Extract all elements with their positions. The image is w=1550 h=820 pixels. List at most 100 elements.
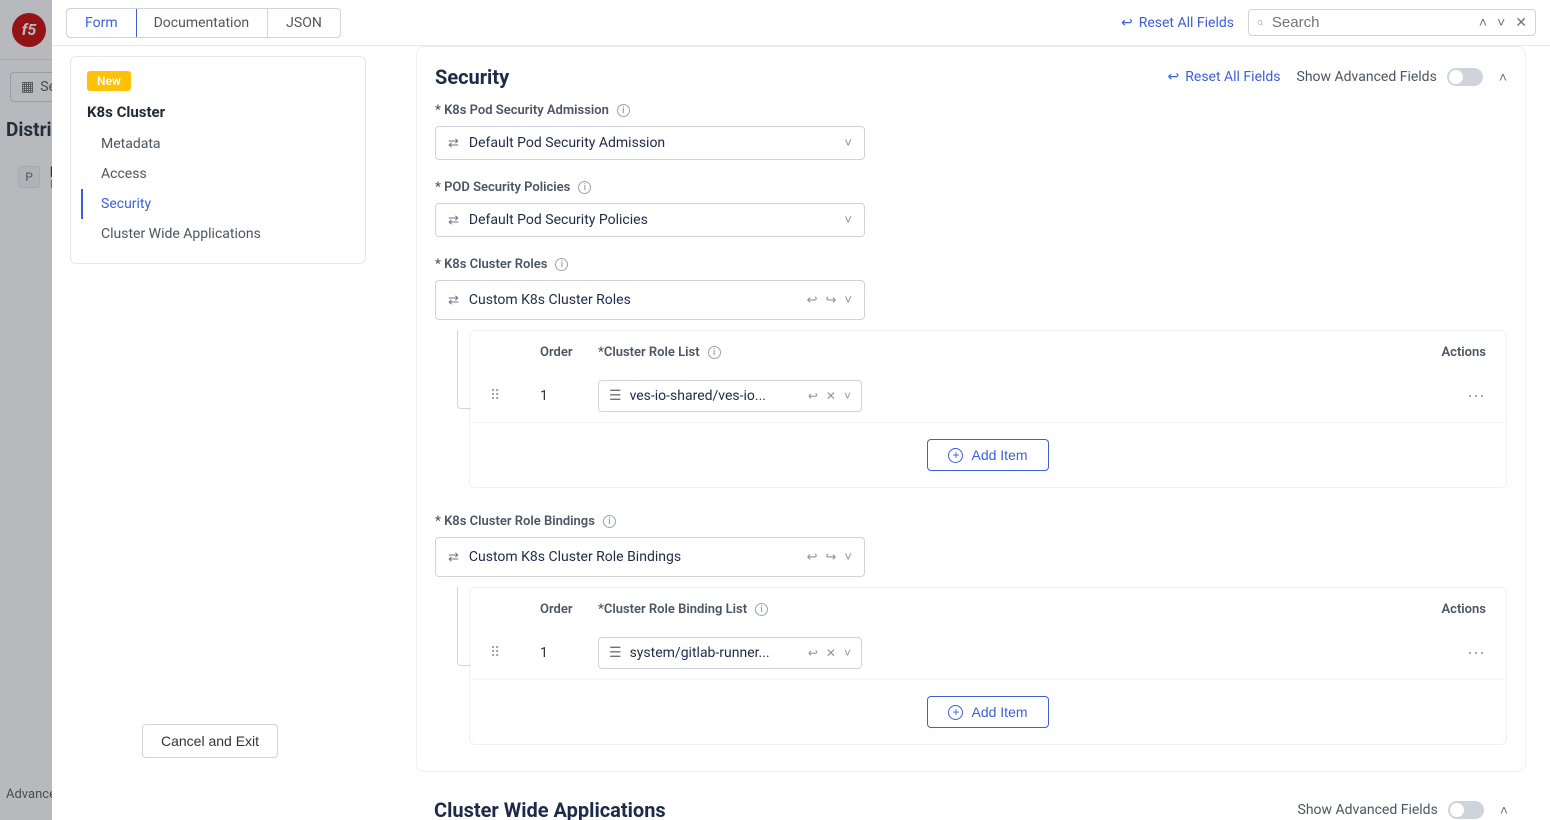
info-icon[interactable]: i	[578, 181, 591, 194]
pod-admission-select[interactable]: ⇄ Default Pod Security Admission ˅	[435, 126, 865, 160]
row-actions-icon[interactable]: ⋯	[1467, 643, 1486, 664]
cluster-role-list-panel: Order *Cluster Role List i Actions ⠿ 1	[469, 330, 1507, 488]
cluster-role-row: ⠿ 1 ☰ ves-io-shared/ves-io... ↩ ✕	[470, 370, 1506, 423]
tab-json[interactable]: JSON	[268, 9, 340, 37]
info-icon[interactable]: i	[755, 603, 768, 616]
form-content: Security ↩ Reset All Fields Show Advance…	[366, 46, 1550, 820]
add-item-label: Add Item	[971, 704, 1027, 720]
cluster-role-bindings-select[interactable]: ⇄ Custom K8s Cluster Role Bindings ↩ ↪ ˅	[435, 537, 865, 577]
cluster-role-binding-ref-select[interactable]: ☰ system/gitlab-runner... ↩ ✕ ˅	[598, 637, 862, 669]
add-cluster-role-button[interactable]: + Add Item	[927, 439, 1048, 471]
nav-item-cluster-wide-apps[interactable]: Cluster Wide Applications	[81, 219, 365, 249]
security-section: Security ↩ Reset All Fields Show Advance…	[416, 46, 1526, 772]
tab-documentation[interactable]: Documentation	[136, 9, 269, 37]
cluster-role-bindings-label: * K8s Cluster Role Bindings	[435, 514, 595, 529]
reset-all-label: Reset All Fields	[1139, 15, 1234, 31]
cluster-role-binding-list-header: Order *Cluster Role Binding List i Actio…	[470, 588, 1506, 627]
info-icon[interactable]: i	[555, 258, 568, 271]
reset-all-section-label: Reset All Fields	[1185, 69, 1280, 85]
field-cluster-roles: * K8s Cluster Roles i ⇄ Custom K8s Clust…	[435, 257, 1507, 488]
row-order: 1	[540, 645, 598, 661]
reset-icon: ↩	[1121, 15, 1133, 31]
modal: Form Documentation JSON ↩ Reset All Fiel…	[52, 0, 1550, 820]
field-pod-security-admission: * K8s Pod Security Admission i ⇄ Default…	[435, 103, 865, 160]
undo-icon[interactable]: ↩	[807, 550, 818, 565]
chevron-down-icon: ˅	[844, 549, 852, 565]
reference-icon: ☰	[609, 645, 622, 661]
branch-icon: ⇄	[448, 213, 459, 228]
search-prev-icon[interactable]: ˄	[1479, 14, 1487, 31]
show-advanced-toggle[interactable]	[1447, 68, 1483, 86]
view-tabs: Form Documentation JSON	[66, 8, 341, 38]
search-box[interactable]: ˄ ˅ ✕	[1248, 9, 1536, 36]
info-icon[interactable]: i	[603, 515, 616, 528]
search-icon	[1257, 15, 1264, 31]
plus-circle-icon: +	[948, 705, 963, 720]
tab-form[interactable]: Form	[66, 8, 137, 38]
cluster-role-binding-ref-value: system/gitlab-runner...	[630, 645, 800, 661]
reset-all-fields-top[interactable]: ↩ Reset All Fields	[1121, 15, 1234, 31]
cluster-wide-apps-section-header: Cluster Wide Applications Show Advanced …	[416, 794, 1526, 820]
cluster-role-ref-value: ves-io-shared/ves-io...	[630, 388, 800, 404]
plus-circle-icon: +	[948, 448, 963, 463]
chevron-down-icon: ˅	[844, 646, 851, 660]
cluster-wide-apps-title: Cluster Wide Applications	[434, 798, 666, 820]
cancel-and-exit-button[interactable]: Cancel and Exit	[142, 724, 278, 758]
cluster-role-ref-select[interactable]: ☰ ves-io-shared/ves-io... ↩ ✕ ˅	[598, 380, 862, 412]
pod-policies-label: * POD Security Policies	[435, 180, 570, 195]
cluster-role-binding-row: ⠿ 1 ☰ system/gitlab-runner... ↩ ✕	[470, 627, 1506, 680]
cluster-role-list-header: Order *Cluster Role List i Actions	[470, 331, 1506, 370]
chevron-down-icon: ˅	[844, 292, 852, 308]
reference-icon: ☰	[609, 388, 622, 404]
show-advanced-label: Show Advanced Fields	[1297, 69, 1437, 85]
modal-body: New K8s Cluster Metadata Access Security…	[52, 46, 1550, 820]
branch-icon: ⇄	[448, 136, 459, 151]
add-cluster-role-binding-button[interactable]: + Add Item	[927, 696, 1048, 728]
show-advanced-toggle-wrap-2: Show Advanced Fields	[1298, 801, 1484, 819]
left-column: New K8s Cluster Metadata Access Security…	[70, 56, 366, 820]
nav-item-metadata[interactable]: Metadata	[81, 129, 365, 159]
chevron-down-icon: ˅	[844, 212, 852, 228]
chevron-down-icon: ˅	[844, 389, 851, 403]
add-item-label: Add Item	[971, 447, 1027, 463]
col-order: Order	[540, 602, 598, 617]
show-advanced-label-2: Show Advanced Fields	[1298, 802, 1438, 818]
info-icon[interactable]: i	[617, 104, 630, 117]
col-order: Order	[540, 345, 598, 360]
drag-handle-icon[interactable]: ⠿	[490, 388, 498, 404]
cluster-role-bindings-value: Custom K8s Cluster Role Bindings	[469, 549, 797, 565]
redo-icon[interactable]: ↪	[826, 550, 837, 565]
security-title: Security	[435, 65, 509, 89]
collapse-section-icon[interactable]: ˄	[1499, 69, 1507, 86]
cluster-roles-label: * K8s Cluster Roles	[435, 257, 547, 272]
nav-item-access[interactable]: Access	[81, 159, 365, 189]
undo-icon[interactable]: ↩	[808, 646, 818, 660]
row-actions-icon[interactable]: ⋯	[1467, 386, 1486, 407]
col-actions: Actions	[1406, 602, 1486, 617]
search-clear-icon[interactable]: ✕	[1515, 15, 1527, 31]
branch-icon: ⇄	[448, 550, 459, 565]
reset-icon: ↩	[1168, 69, 1180, 85]
undo-icon[interactable]: ↩	[807, 293, 818, 308]
drag-handle-icon[interactable]: ⠿	[490, 645, 498, 661]
row-order: 1	[540, 388, 598, 404]
tree-connector	[457, 587, 471, 666]
badge-new: New	[87, 71, 131, 91]
clear-icon[interactable]: ✕	[826, 389, 836, 403]
pod-admission-value: Default Pod Security Admission	[469, 135, 835, 151]
search-next-icon[interactable]: ˅	[1497, 14, 1505, 31]
clear-icon[interactable]: ✕	[826, 646, 836, 660]
collapse-section-icon-2[interactable]: ˄	[1500, 802, 1508, 819]
nav-item-security[interactable]: Security	[81, 189, 365, 219]
redo-icon[interactable]: ↪	[826, 293, 837, 308]
pod-policies-select[interactable]: ⇄ Default Pod Security Policies ˅	[435, 203, 865, 237]
info-icon[interactable]: i	[708, 346, 721, 359]
left-nav-panel: New K8s Cluster Metadata Access Security…	[70, 56, 366, 264]
search-input[interactable]	[1272, 14, 1471, 31]
show-advanced-toggle-2[interactable]	[1448, 801, 1484, 819]
cluster-roles-select[interactable]: ⇄ Custom K8s Cluster Roles ↩ ↪ ˅	[435, 280, 865, 320]
show-advanced-toggle-wrap: Show Advanced Fields	[1297, 68, 1483, 86]
left-nav-title: K8s Cluster	[87, 103, 349, 121]
undo-icon[interactable]: ↩	[808, 389, 818, 403]
reset-all-fields-section[interactable]: ↩ Reset All Fields	[1168, 69, 1281, 85]
